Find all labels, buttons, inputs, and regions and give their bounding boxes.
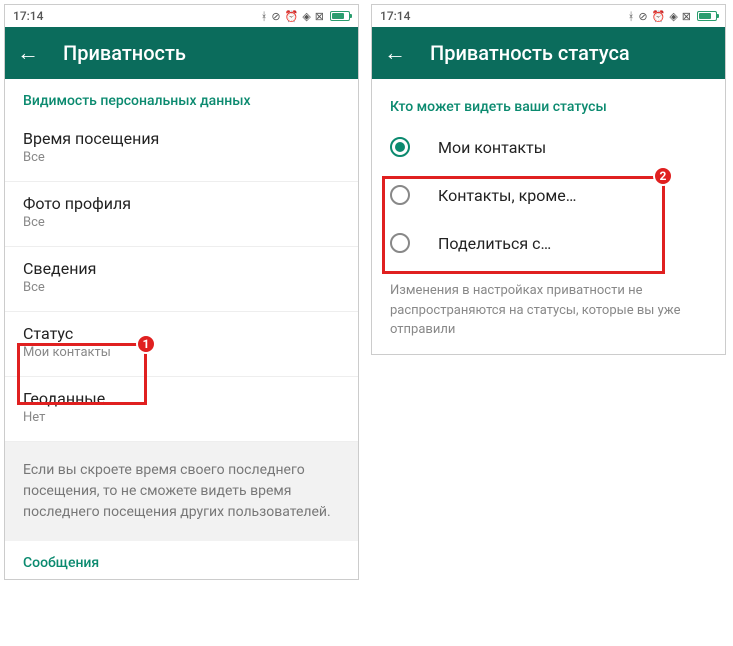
- page-title: Приватность статуса: [430, 41, 630, 65]
- setting-value: Все: [23, 150, 340, 165]
- phone-screen-privacy: 17:14 ᚼ ⊘ ⏰ ◈ ⊠ ← Приватность Видимость …: [4, 4, 359, 580]
- battery-icon: [330, 11, 350, 21]
- status-privacy-content: Кто может видеть ваши статусы Мои контак…: [372, 79, 725, 354]
- wifi-icon: ◈: [302, 10, 310, 23]
- box-icon: ⊠: [315, 10, 324, 23]
- radio-label: Контакты, кроме…: [438, 186, 576, 205]
- setting-status[interactable]: Статус Мои контакты: [5, 312, 358, 377]
- status-icons: ᚼ ⊘ ⏰ ◈ ⊠: [261, 10, 350, 23]
- setting-label: Фото профиля: [23, 194, 340, 213]
- setting-label: Время посещения: [23, 129, 340, 148]
- settings-content: Видимость персональных данных Время посе…: [5, 79, 358, 579]
- status-bar: 17:14 ᚼ ⊘ ⏰ ◈ ⊠: [5, 5, 358, 27]
- annotation-badge-2: 2: [653, 166, 673, 186]
- back-arrow-icon[interactable]: ←: [384, 40, 406, 66]
- app-header: ← Приватность: [5, 27, 358, 79]
- battery-icon: [697, 11, 717, 21]
- wifi-icon: ◈: [669, 10, 677, 23]
- setting-profile-photo[interactable]: Фото профиля Все: [5, 182, 358, 247]
- back-arrow-icon[interactable]: ←: [17, 40, 39, 66]
- radio-icon: [390, 137, 410, 157]
- status-bar: 17:14 ᚼ ⊘ ⏰ ◈ ⊠: [372, 5, 725, 27]
- setting-about[interactable]: Сведения Все: [5, 247, 358, 312]
- setting-value: Нет: [23, 410, 340, 425]
- section-messages-link[interactable]: Сообщения: [5, 541, 358, 579]
- section-header: Видимость персональных данных: [5, 79, 358, 117]
- setting-label: Геоданные: [23, 389, 340, 408]
- radio-icon: [390, 185, 410, 205]
- radio-icon: [390, 233, 410, 253]
- alarm-icon: ⏰: [652, 10, 666, 23]
- status-time: 17:14: [380, 9, 410, 23]
- app-header: ← Приватность статуса: [372, 27, 725, 79]
- section-header: Кто может видеть ваши статусы: [372, 79, 725, 123]
- setting-value: Мои контакты: [23, 345, 340, 360]
- info-note: Если вы скроете время своего последнего …: [5, 442, 358, 541]
- dnd-icon: ⊘: [638, 10, 647, 23]
- setting-value: Все: [23, 280, 340, 295]
- bluetooth-icon: ᚼ: [628, 10, 635, 23]
- phone-screen-status-privacy: 17:14 ᚼ ⊘ ⏰ ◈ ⊠ ← Приватность статуса Кт…: [371, 4, 726, 355]
- privacy-note: Изменения в настройках приватности не ра…: [372, 267, 725, 354]
- annotation-badge-1: 1: [136, 334, 156, 354]
- radio-my-contacts[interactable]: Мои контакты: [372, 123, 725, 171]
- dnd-icon: ⊘: [271, 10, 280, 23]
- radio-share-with[interactable]: Поделиться с…: [372, 219, 725, 267]
- setting-last-seen[interactable]: Время посещения Все: [5, 117, 358, 182]
- setting-value: Все: [23, 215, 340, 230]
- bluetooth-icon: ᚼ: [261, 10, 268, 23]
- radio-label: Поделиться с…: [438, 234, 551, 253]
- status-time: 17:14: [13, 9, 43, 23]
- status-icons: ᚼ ⊘ ⏰ ◈ ⊠: [628, 10, 717, 23]
- setting-label: Сведения: [23, 259, 340, 278]
- page-title: Приватность: [63, 41, 186, 65]
- radio-label: Мои контакты: [438, 138, 546, 157]
- alarm-icon: ⏰: [285, 10, 299, 23]
- box-icon: ⊠: [682, 10, 691, 23]
- setting-location[interactable]: Геоданные Нет: [5, 377, 358, 442]
- setting-label: Статус: [23, 324, 340, 343]
